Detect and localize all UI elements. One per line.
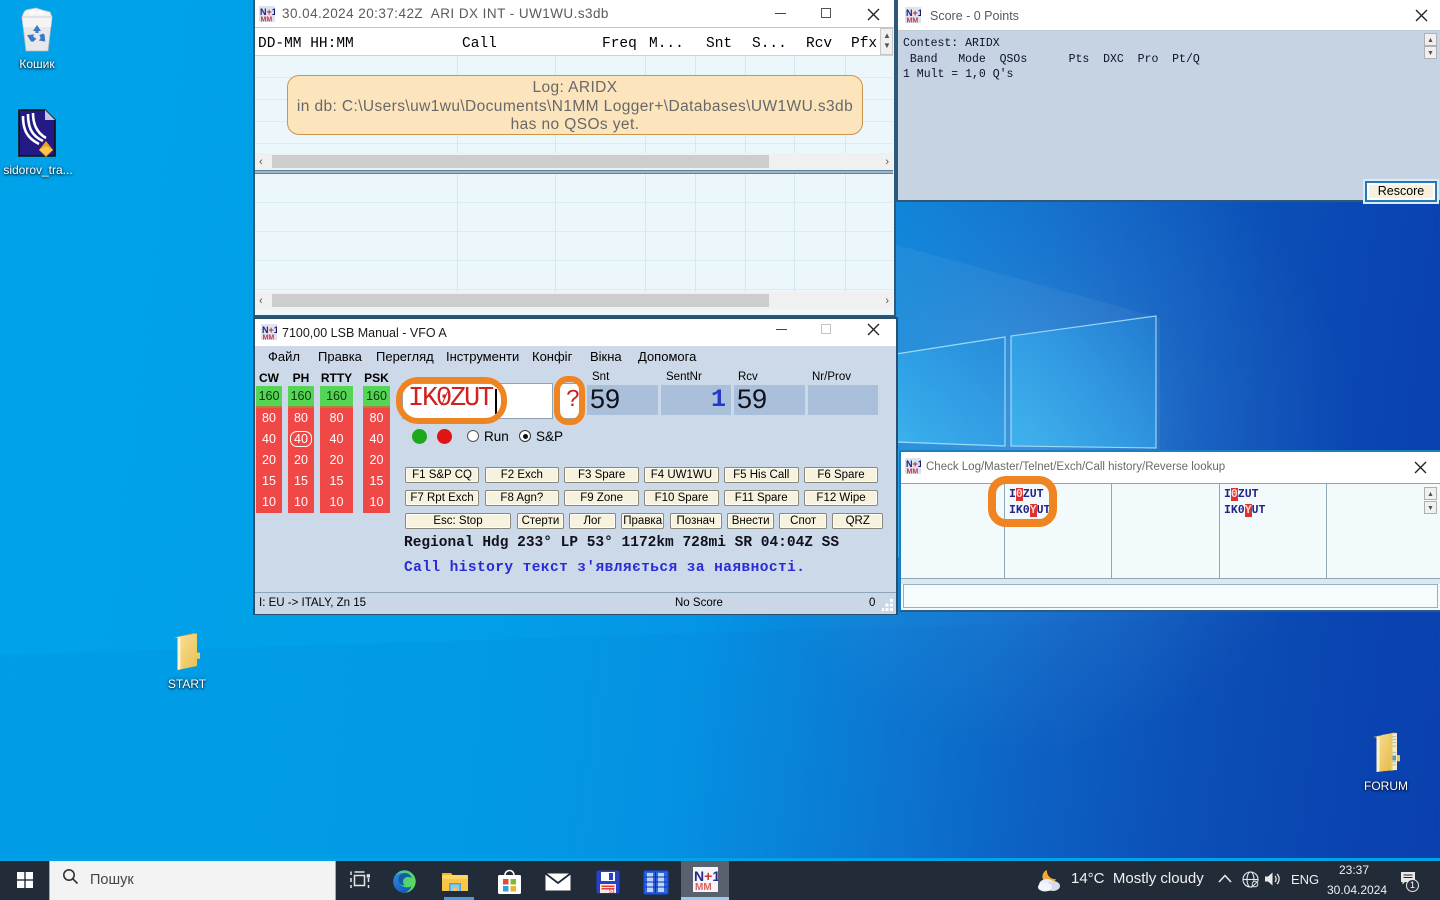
- svg-text:N+1: N+1: [260, 7, 275, 17]
- svg-text:N+1: N+1: [906, 8, 921, 18]
- svg-text:N+1: N+1: [262, 325, 277, 335]
- svg-text:MM: MM: [695, 882, 712, 892]
- svg-text:MM: MM: [261, 17, 273, 23]
- svg-text:MM: MM: [907, 469, 919, 475]
- svg-text:MM: MM: [907, 18, 919, 24]
- svg-text:N+1: N+1: [906, 459, 921, 469]
- svg-text:51: 51: [609, 889, 615, 894]
- svg-text:MM: MM: [263, 335, 275, 341]
